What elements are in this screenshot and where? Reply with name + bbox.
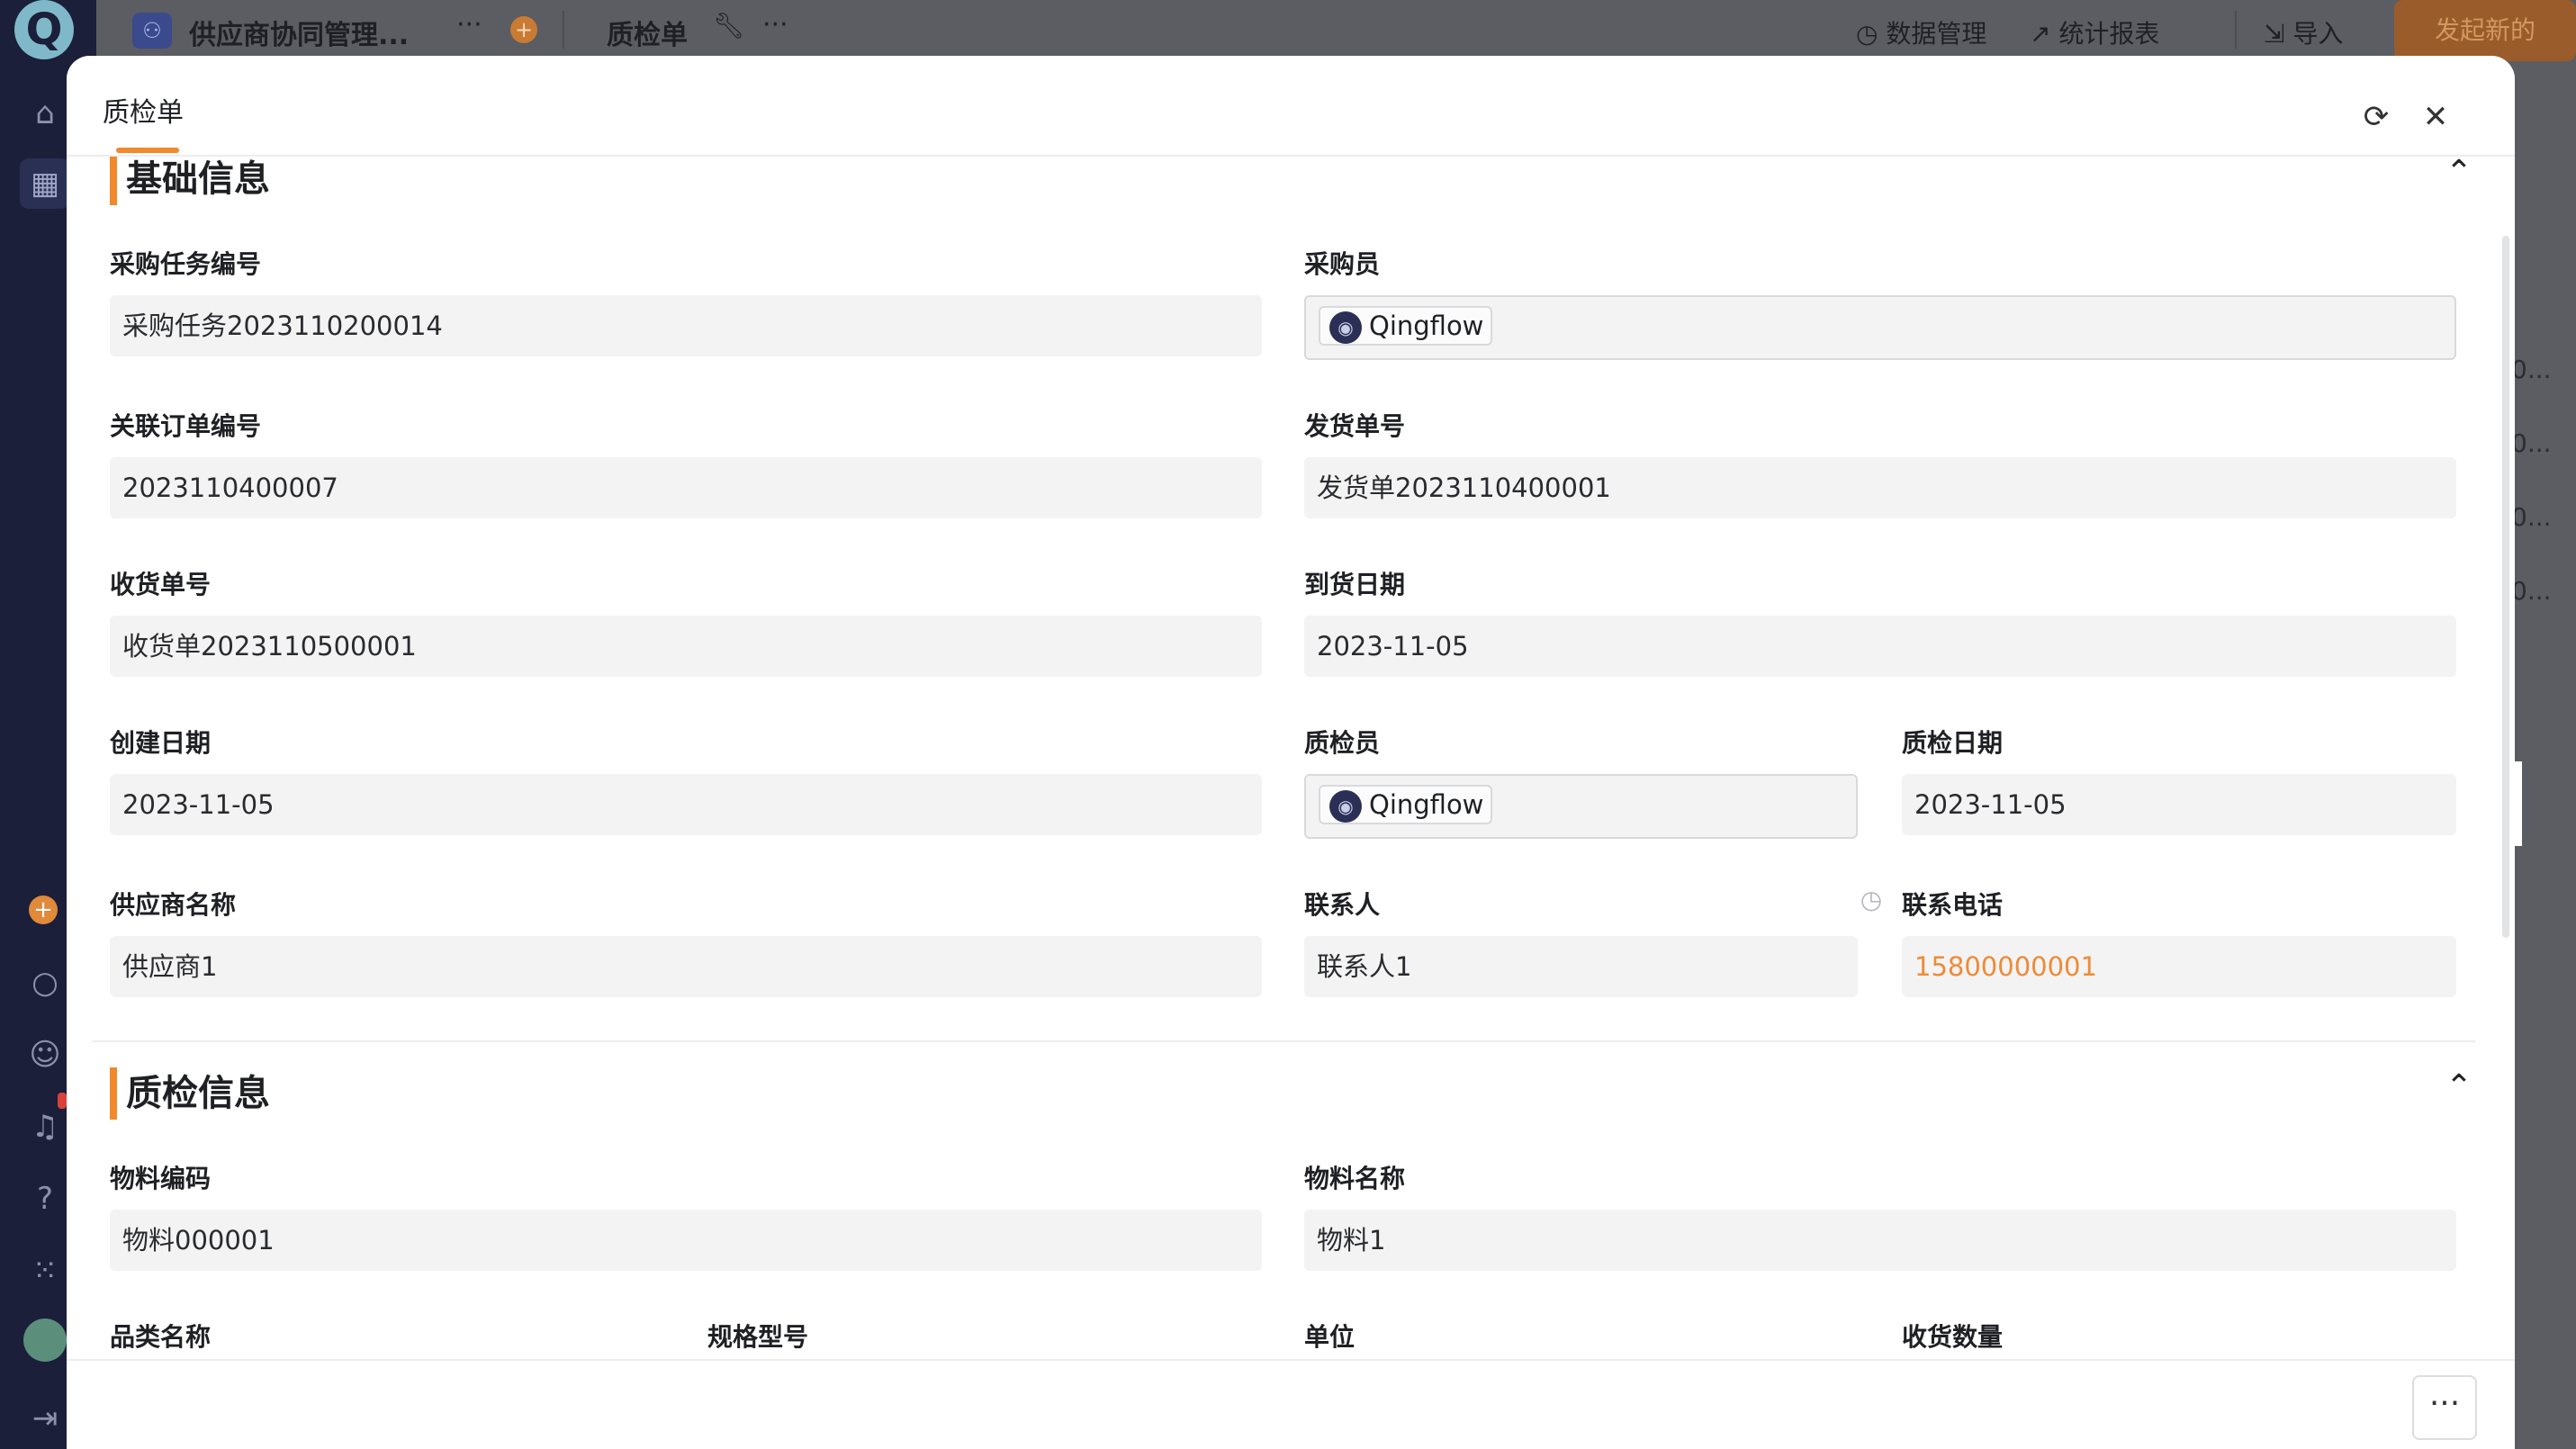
buyer-field[interactable]: ◉ Qingflow bbox=[1304, 295, 2456, 360]
record-modal: 质检单 ⟳ ✕ 基础信息 ⌃ 采购任务编号 采购任务2023110200014 … bbox=[67, 56, 2515, 1449]
more-actions-button[interactable]: ··· bbox=[2412, 1375, 2477, 1440]
bell-icon[interactable]: ♫ bbox=[27, 1109, 63, 1145]
material-name-field[interactable]: 物料1 bbox=[1304, 1210, 2456, 1271]
field-label: 单位 bbox=[1304, 1322, 1356, 1352]
avatar[interactable] bbox=[23, 1318, 67, 1362]
search-icon[interactable]: ○ bbox=[27, 965, 63, 1001]
app-more-icon[interactable]: ··· bbox=[456, 9, 482, 40]
form-more-icon[interactable]: ··· bbox=[762, 9, 788, 40]
divider bbox=[563, 11, 564, 49]
contacts-icon[interactable]: ☺ bbox=[27, 1037, 63, 1073]
data-management-label: 数据管理 bbox=[1886, 19, 1987, 49]
arrival-date-field[interactable]: 2023-11-05 bbox=[1304, 616, 2456, 677]
stats-report-label: 统计报表 bbox=[2058, 19, 2160, 49]
field-label: 质检日期 bbox=[1902, 728, 2004, 758]
task-no-field[interactable]: 采购任务2023110200014 bbox=[110, 295, 1262, 356]
section-title-quality: 质检信息 bbox=[110, 1067, 270, 1120]
app-logo[interactable]: Q bbox=[14, 0, 74, 59]
field-label: 采购任务编号 bbox=[110, 249, 262, 279]
created-date-field[interactable]: 2023-11-05 bbox=[110, 774, 1262, 835]
field-label: 规格型号 bbox=[707, 1322, 809, 1352]
field-label: 联系人 bbox=[1304, 890, 1381, 920]
inspector-field[interactable]: ◉ Qingflow bbox=[1304, 774, 1858, 839]
home-icon[interactable]: ⌂ bbox=[27, 95, 63, 131]
wrench-icon[interactable]: 🔧︎ bbox=[713, 11, 745, 40]
table-cell: 0... bbox=[2511, 502, 2552, 532]
field-label: 收货数量 bbox=[1902, 1322, 2004, 1352]
order-no-field[interactable]: 2023110400007 bbox=[110, 457, 1262, 518]
data-management-button[interactable]: ◷ 数据管理 bbox=[1856, 14, 1986, 50]
divider bbox=[2235, 11, 2237, 49]
import-button[interactable]: ⇲ 导入 bbox=[2264, 14, 2343, 50]
stats-report-button[interactable]: ↗ 统计报表 bbox=[2030, 14, 2159, 50]
modal-header: 质检单 ⟳ ✕ bbox=[67, 56, 2515, 157]
help-icon[interactable]: ? bbox=[27, 1181, 63, 1217]
field-label: 收货单号 bbox=[110, 570, 212, 599]
field-label: 关联订单编号 bbox=[110, 411, 262, 441]
apps-grid-icon[interactable]: ▦ bbox=[20, 158, 70, 209]
table-cell: 0... bbox=[2511, 355, 2552, 384]
chevron-up-icon[interactable]: ⌃ bbox=[2443, 1071, 2475, 1103]
section-divider bbox=[92, 1040, 2475, 1042]
scrollbar[interactable] bbox=[2502, 236, 2509, 938]
field-label: 供应商名称 bbox=[110, 890, 237, 920]
ellipsis-icon: ··· bbox=[2428, 1385, 2461, 1422]
tab-indicator bbox=[116, 148, 179, 153]
field-label: 发货单号 bbox=[1304, 411, 1406, 441]
field-label: 质检员 bbox=[1304, 728, 1381, 758]
app-icon: ⚇ bbox=[132, 13, 172, 49]
form-name[interactable]: 质检单 bbox=[607, 13, 688, 52]
history-icon[interactable]: ◷ bbox=[1858, 886, 1885, 914]
table-cell: 0... bbox=[2511, 428, 2552, 458]
modal-title: 质检单 bbox=[103, 97, 184, 129]
field-label: 到货日期 bbox=[1304, 570, 1406, 599]
ship-no-field[interactable]: 发货单2023110400001 bbox=[1304, 457, 2456, 518]
notification-badge bbox=[58, 1093, 67, 1109]
field-label: 物料名称 bbox=[1304, 1164, 1406, 1193]
expand-sidebar-icon[interactable]: ⇥ bbox=[27, 1400, 63, 1436]
app-name[interactable]: 供应商协同管理... bbox=[189, 13, 409, 52]
field-label: 创建日期 bbox=[110, 728, 212, 758]
close-icon[interactable]: ✕ bbox=[2419, 101, 2452, 133]
phone-field[interactable]: 15800000001 bbox=[1902, 936, 2456, 997]
import-label: 导入 bbox=[2292, 19, 2344, 49]
field-label: 品类名称 bbox=[110, 1322, 212, 1352]
user-avatar-icon: ◉ bbox=[1329, 790, 1362, 823]
chevron-up-icon[interactable]: ⌃ bbox=[2443, 157, 2475, 189]
field-label: 物料编码 bbox=[110, 1164, 212, 1193]
user-name: Qingflow bbox=[1369, 310, 1484, 341]
background-table-cells: 0... 0... 0... 0... bbox=[2511, 333, 2552, 628]
user-chip[interactable]: ◉ Qingflow bbox=[1319, 306, 1493, 346]
add-form-icon[interactable]: + bbox=[510, 16, 537, 43]
contact-field[interactable]: 联系人1 bbox=[1304, 936, 1858, 997]
section-title-basic: 基础信息 bbox=[110, 153, 270, 205]
refresh-icon[interactable]: ⟳ bbox=[2360, 101, 2392, 133]
inspect-date-field[interactable]: 2023-11-05 bbox=[1902, 774, 2456, 835]
receipt-no-field[interactable]: 收货单2023110500001 bbox=[110, 616, 1262, 677]
field-label: 采购员 bbox=[1304, 249, 1381, 279]
table-cell: 0... bbox=[2511, 576, 2552, 606]
app-center-icon[interactable]: ⁙ bbox=[27, 1253, 63, 1289]
user-chip[interactable]: ◉ Qingflow bbox=[1319, 785, 1493, 824]
new-record-button[interactable]: 发起新的 bbox=[2394, 0, 2576, 61]
field-label: 联系电话 bbox=[1902, 890, 2004, 920]
top-bar: ⚇ 供应商协同管理... ··· + 质检单 🔧︎ ··· ◷ 数据管理 ↗ 统… bbox=[96, 0, 2576, 61]
supplier-field[interactable]: 供应商1 bbox=[110, 936, 1262, 997]
material-code-field[interactable]: 物料000001 bbox=[110, 1210, 1262, 1271]
add-icon[interactable]: + bbox=[29, 896, 58, 924]
modal-footer: ··· bbox=[67, 1359, 2515, 1449]
user-avatar-icon: ◉ bbox=[1329, 311, 1362, 344]
user-name: Qingflow bbox=[1369, 789, 1484, 820]
